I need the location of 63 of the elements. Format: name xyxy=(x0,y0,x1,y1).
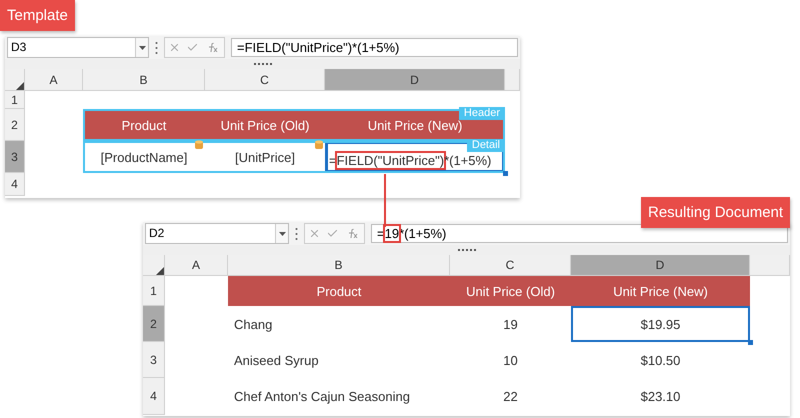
header-cell: Product xyxy=(228,276,450,306)
connector-line xyxy=(384,174,386,227)
check-icon[interactable] xyxy=(188,44,197,51)
column-header[interactable] xyxy=(505,69,520,91)
name-box[interactable]: D3 xyxy=(7,37,149,58)
row-header[interactable]: 3 xyxy=(143,342,165,378)
function-icon[interactable] xyxy=(347,229,358,238)
database-icon xyxy=(315,140,323,150)
placeholder-text: [ProductName] xyxy=(100,150,188,164)
database-icon xyxy=(195,140,203,150)
row-header[interactable]: 4 xyxy=(5,173,25,196)
grip-icon xyxy=(155,40,158,54)
column-header[interactable]: D xyxy=(325,69,505,91)
select-all-corner[interactable] xyxy=(143,255,165,276)
row-header[interactable]: 1 xyxy=(5,91,25,109)
corner-triangle-icon xyxy=(16,82,24,90)
column-header[interactable]: A xyxy=(25,69,83,91)
column-header[interactable]: D xyxy=(571,255,750,276)
cancel-icon[interactable] xyxy=(171,44,178,51)
formula-field[interactable]: =FIELD("UnitPrice")*(1+5%) xyxy=(231,38,518,57)
select-all-corner[interactable] xyxy=(5,69,25,91)
fill-handle-icon[interactable] xyxy=(503,171,508,176)
table-cell-text: $23.10 xyxy=(640,388,682,406)
column-header[interactable]: A xyxy=(165,255,228,276)
range-tag: Detail xyxy=(466,139,505,152)
range-tag: Header xyxy=(458,107,505,120)
row-header[interactable]: 2 xyxy=(5,109,25,141)
cancel-icon[interactable] xyxy=(311,230,318,237)
table-cell-text: 10 xyxy=(502,352,519,370)
header-cell: Product xyxy=(83,109,205,141)
table-cell-text: Chef Anton's Cajun Seasoning xyxy=(233,388,411,406)
cell-text: $19.95 xyxy=(640,316,680,332)
row-header[interactable]: 4 xyxy=(143,378,165,415)
row-header[interactable]: 3 xyxy=(5,141,25,173)
check-icon[interactable] xyxy=(328,230,337,237)
table-cell-text: 19 xyxy=(502,316,519,334)
table-cell-text: Aniseed Syrup xyxy=(233,352,320,370)
row-header[interactable]: 1 xyxy=(143,276,165,306)
template-label: Template xyxy=(0,0,75,31)
header-cell: Unit Price (Old) xyxy=(450,276,571,306)
highlighted-formula-part: FIELD("UnitPrice") xyxy=(336,153,444,168)
corner-triangle-icon xyxy=(156,267,164,275)
header-cell: Unit Price (Old) xyxy=(205,109,325,141)
selected-cell[interactable]: $19.95 xyxy=(571,306,750,342)
header-cell: Unit Price (New) xyxy=(571,276,750,306)
function-icon[interactable] xyxy=(207,43,218,52)
dropdown-icon[interactable] xyxy=(278,232,286,236)
fill-handle-icon[interactable] xyxy=(748,340,753,345)
placeholder-text: [UnitPrice] xyxy=(235,150,295,164)
table-cell-text: Chang xyxy=(233,316,274,334)
column-header[interactable]: B xyxy=(83,69,205,91)
row-header[interactable]: 2 xyxy=(143,306,165,342)
result-label: Resulting Document xyxy=(641,197,790,228)
column-header[interactable] xyxy=(750,255,790,276)
grip-icon xyxy=(295,226,298,240)
name-box[interactable]: D2 xyxy=(145,223,289,244)
table-cell-text: $10.50 xyxy=(640,352,682,370)
cell-text: Unit Price (New) xyxy=(368,118,462,132)
dropdown-icon[interactable] xyxy=(138,46,146,50)
table-cell-text: 22 xyxy=(502,388,519,406)
column-header[interactable]: C xyxy=(205,69,325,91)
column-header[interactable]: B xyxy=(228,255,450,276)
column-header[interactable]: C xyxy=(450,255,571,276)
